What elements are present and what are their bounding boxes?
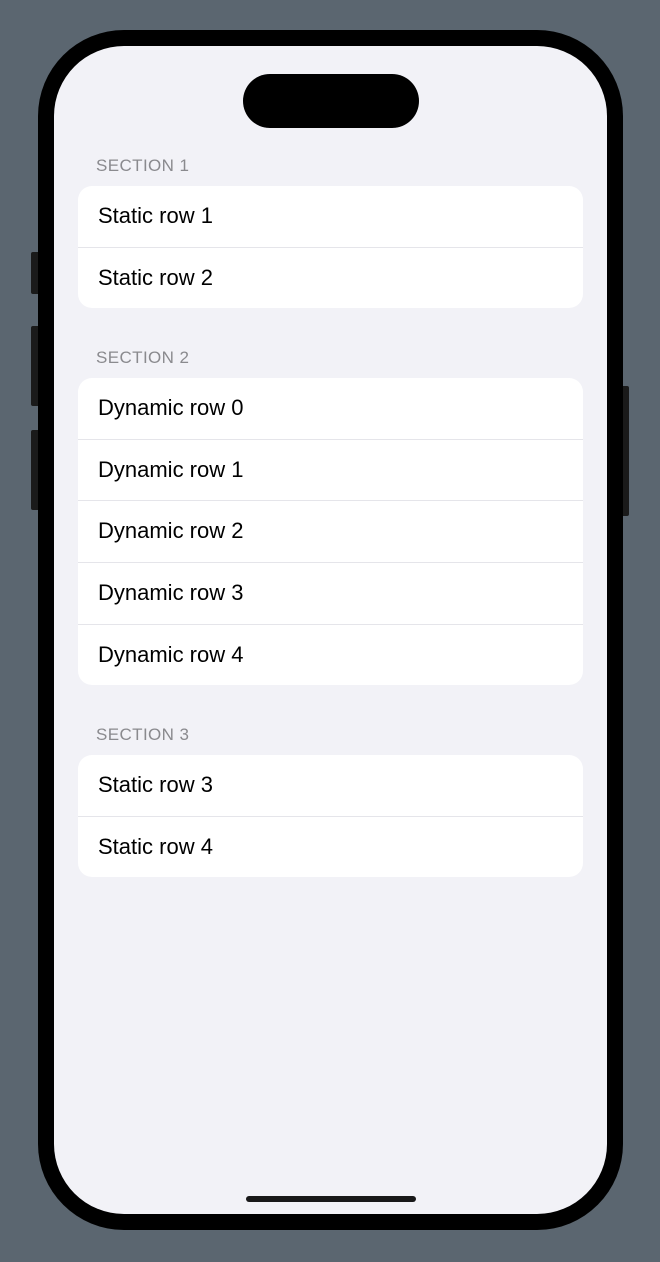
screen: Section 1 Static row 1 Static row 2 Sect… (54, 46, 607, 1214)
section-header: Section 1 (78, 156, 583, 186)
section-header: Section 2 (78, 348, 583, 378)
list-item[interactable]: Dynamic row 2 (78, 500, 583, 562)
section-header: Section 3 (78, 725, 583, 755)
list-item[interactable]: Static row 2 (78, 247, 583, 309)
list-item[interactable]: Dynamic row 0 (78, 378, 583, 439)
section-1: Section 1 Static row 1 Static row 2 (78, 156, 583, 308)
grouped-list[interactable]: Section 1 Static row 1 Static row 2 Sect… (54, 156, 607, 877)
section-group: Static row 3 Static row 4 (78, 755, 583, 877)
section-2: Section 2 Dynamic row 0 Dynamic row 1 Dy… (78, 348, 583, 685)
list-item[interactable]: Dynamic row 1 (78, 439, 583, 501)
list-item[interactable]: Dynamic row 3 (78, 562, 583, 624)
section-group: Static row 1 Static row 2 (78, 186, 583, 308)
list-item[interactable]: Static row 1 (78, 186, 583, 247)
dynamic-island (243, 74, 419, 128)
list-item[interactable]: Dynamic row 4 (78, 624, 583, 686)
home-indicator[interactable] (246, 1196, 416, 1202)
section-3: Section 3 Static row 3 Static row 4 (78, 725, 583, 877)
section-group: Dynamic row 0 Dynamic row 1 Dynamic row … (78, 378, 583, 685)
list-item[interactable]: Static row 3 (78, 755, 583, 816)
phone-body: Section 1 Static row 1 Static row 2 Sect… (38, 30, 623, 1230)
list-item[interactable]: Static row 4 (78, 816, 583, 878)
